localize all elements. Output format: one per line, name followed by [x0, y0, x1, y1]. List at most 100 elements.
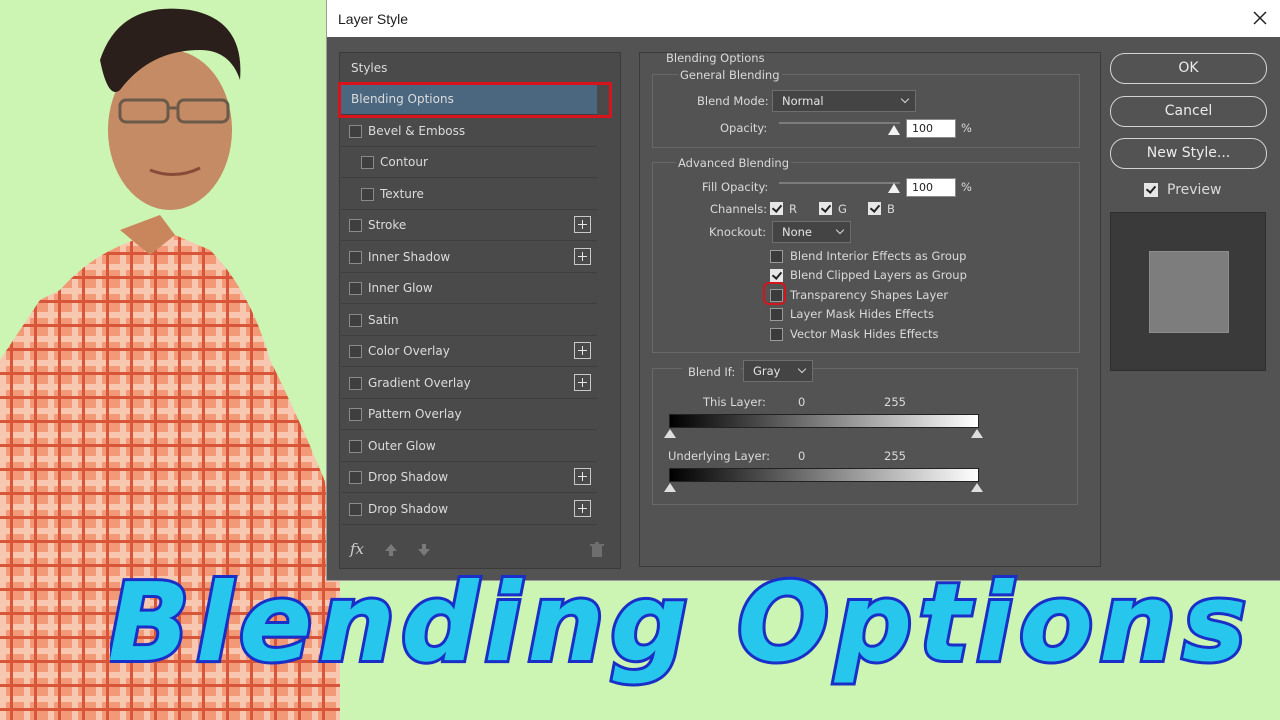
- style-item-drop-shadow-2[interactable]: Drop Shadow: [341, 494, 597, 525]
- checkbox[interactable]: [349, 440, 362, 453]
- style-item-inner-glow[interactable]: Inner Glow: [341, 273, 597, 304]
- style-item-stroke[interactable]: Stroke: [341, 210, 597, 241]
- blend-interior-checkbox[interactable]: [770, 250, 783, 263]
- opacity-unit: %: [961, 121, 972, 135]
- blend-interior-label: Blend Interior Effects as Group: [790, 249, 967, 263]
- add-icon[interactable]: [574, 500, 591, 517]
- channel-b-label: B: [887, 202, 895, 216]
- style-item-satin[interactable]: Satin: [341, 305, 597, 336]
- general-blending-group: General Blending Blend Mode: Normal Opac…: [652, 68, 1080, 148]
- blend-if-select[interactable]: Gray: [743, 360, 813, 382]
- close-icon[interactable]: [1249, 7, 1271, 29]
- add-icon[interactable]: [574, 342, 591, 359]
- checkbox[interactable]: [349, 314, 362, 327]
- checkbox[interactable]: [361, 188, 374, 201]
- fill-opacity-label: Fill Opacity:: [702, 180, 769, 194]
- this-layer-gradient[interactable]: [669, 414, 979, 428]
- opacity-slider[interactable]: [779, 122, 900, 124]
- add-icon[interactable]: [574, 216, 591, 233]
- style-item-label: Outer Glow: [368, 439, 436, 453]
- layer-mask-hides-checkbox[interactable]: [770, 308, 783, 321]
- style-item-gradient-overlay[interactable]: Gradient Overlay: [341, 368, 597, 399]
- underlying-layer-black-thumb[interactable]: [664, 483, 676, 492]
- style-item-texture[interactable]: Texture: [341, 179, 597, 210]
- style-item-label: Stroke: [368, 218, 407, 232]
- cancel-button[interactable]: Cancel: [1110, 96, 1267, 127]
- highlight-circle: [763, 282, 786, 305]
- overlay-title: Blending Options: [110, 560, 1250, 689]
- fx-button[interactable]: fx: [350, 540, 364, 558]
- preview-label: Preview: [1167, 182, 1222, 198]
- checkbox[interactable]: [349, 471, 362, 484]
- blend-clipped-checkbox[interactable]: [770, 269, 783, 282]
- knockout-value: None: [782, 225, 813, 239]
- fill-opacity-slider-thumb[interactable]: [888, 183, 900, 193]
- new-style-button[interactable]: New Style...: [1110, 138, 1267, 169]
- scrollbar[interactable]: [598, 53, 619, 533]
- blend-if-label: Blend If:: [682, 365, 742, 379]
- checkbox[interactable]: [349, 125, 362, 138]
- channel-r-checkbox[interactable]: [770, 202, 783, 215]
- overlay-title-text: Blending Options: [110, 561, 1250, 686]
- style-item-label: Satin: [368, 313, 399, 327]
- knockout-select[interactable]: None: [772, 221, 851, 243]
- this-layer-black-thumb[interactable]: [664, 429, 676, 438]
- style-item-drop-shadow[interactable]: Drop Shadow: [341, 462, 597, 493]
- preview-checkbox[interactable]: [1144, 183, 1158, 197]
- opacity-slider-thumb[interactable]: [888, 125, 900, 135]
- knockout-label: Knockout:: [709, 225, 767, 239]
- channels-label: Channels:: [710, 202, 768, 216]
- section-title: Blending Options: [666, 51, 765, 65]
- style-item-label: Color Overlay: [368, 344, 450, 358]
- fill-opacity-input[interactable]: 100: [906, 178, 956, 197]
- style-item-label: Pattern Overlay: [368, 407, 462, 421]
- checkbox[interactable]: [349, 282, 362, 295]
- move-down-icon[interactable]: [417, 543, 431, 557]
- style-item-label: Inner Shadow: [368, 250, 451, 264]
- underlying-layer-white-thumb[interactable]: [971, 483, 983, 492]
- this-layer-min: 0: [798, 395, 806, 409]
- move-up-icon[interactable]: [384, 543, 398, 557]
- style-item-contour[interactable]: Contour: [341, 147, 597, 178]
- underlying-layer-label: Underlying Layer:: [668, 449, 770, 463]
- blend-mode-select[interactable]: Normal: [772, 90, 916, 112]
- chevron-down-icon: [900, 94, 910, 104]
- checkbox[interactable]: [349, 377, 362, 390]
- add-icon[interactable]: [574, 248, 591, 265]
- style-item-pattern-overlay[interactable]: Pattern Overlay: [341, 399, 597, 430]
- blend-mode-label: Blend Mode:: [697, 94, 769, 108]
- channel-g-checkbox[interactable]: [819, 202, 832, 215]
- underlying-layer-gradient[interactable]: [669, 468, 979, 482]
- checkbox[interactable]: [349, 503, 362, 516]
- vector-mask-hides-label: Vector Mask Hides Effects: [790, 327, 939, 341]
- style-item-color-overlay[interactable]: Color Overlay: [341, 336, 597, 367]
- checkbox[interactable]: [349, 345, 362, 358]
- checkbox[interactable]: [349, 408, 362, 421]
- chevron-down-icon: [797, 364, 807, 374]
- channel-b-checkbox[interactable]: [868, 202, 881, 215]
- fill-opacity-slider[interactable]: [779, 182, 900, 184]
- add-icon[interactable]: [574, 468, 591, 485]
- highlight-box: [338, 82, 612, 118]
- this-layer-white-thumb[interactable]: [971, 429, 983, 438]
- vector-mask-hides-checkbox[interactable]: [770, 328, 783, 341]
- trash-icon[interactable]: [590, 542, 604, 558]
- style-item-outer-glow[interactable]: Outer Glow: [341, 431, 597, 462]
- add-icon[interactable]: [574, 374, 591, 391]
- ok-button[interactable]: OK: [1110, 53, 1267, 84]
- underlying-layer-max: 255: [884, 449, 906, 463]
- style-item-label: Texture: [380, 187, 424, 201]
- opacity-input[interactable]: 100: [906, 119, 956, 138]
- style-item-inner-shadow[interactable]: Inner Shadow: [341, 242, 597, 273]
- checkbox[interactable]: [361, 156, 374, 169]
- style-item-bevel-emboss[interactable]: Bevel & Emboss: [341, 116, 597, 147]
- blending-options-panel: Blending Options General Blending Blend …: [639, 51, 1101, 567]
- checkbox[interactable]: [349, 219, 362, 232]
- checkbox[interactable]: [349, 251, 362, 264]
- chevron-down-icon: [835, 225, 845, 235]
- styles-header[interactable]: Styles: [341, 53, 597, 84]
- preview-thumbnail: [1110, 212, 1266, 371]
- blend-mode-value: Normal: [782, 94, 824, 108]
- preview-square: [1149, 251, 1229, 333]
- group-title: Advanced Blending: [676, 156, 791, 170]
